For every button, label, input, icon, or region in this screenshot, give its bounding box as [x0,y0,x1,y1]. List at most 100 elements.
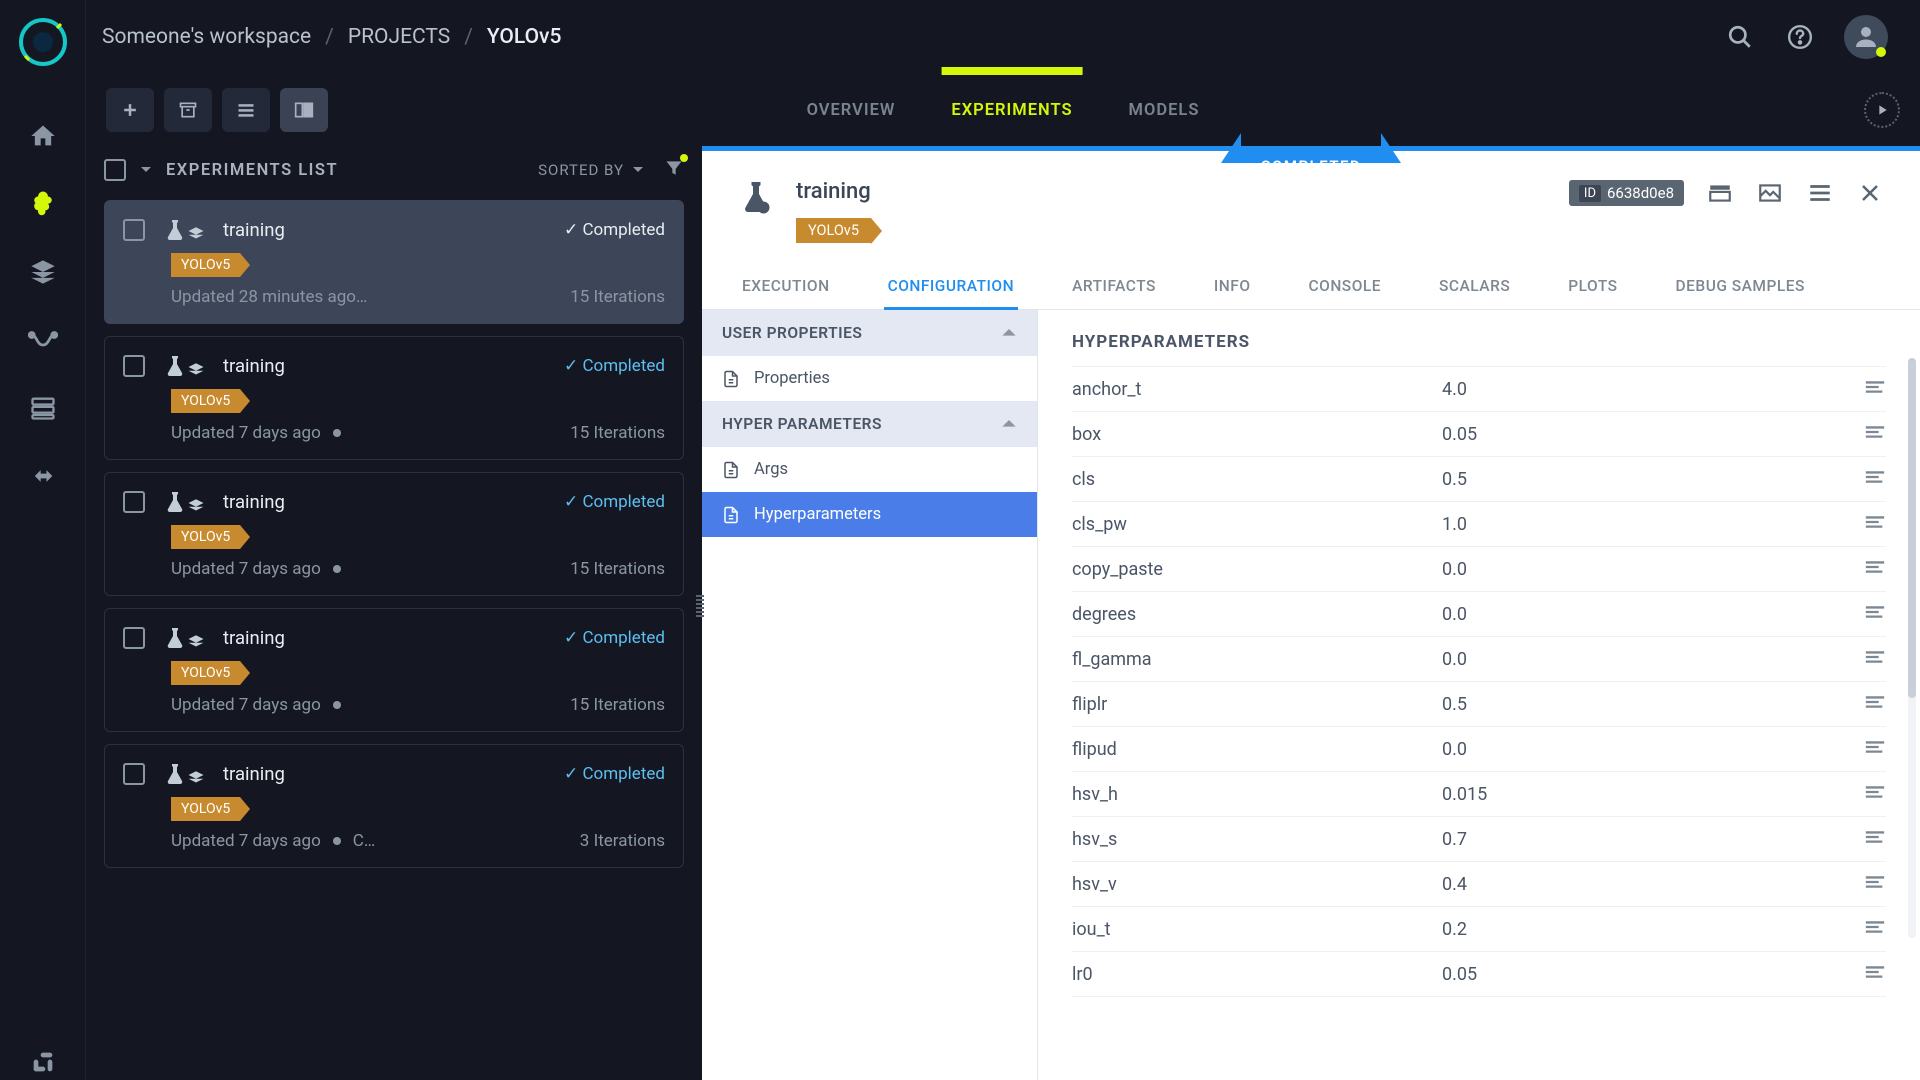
experiment-name: training [223,763,285,785]
subtab-console[interactable]: CONSOLE [1305,263,1386,309]
pipeline-icon[interactable] [25,322,61,358]
bars-icon[interactable] [1864,918,1886,940]
param-row[interactable]: fl_gamma 0.0 [1072,637,1886,682]
tab-models[interactable]: MODELS [1129,81,1200,140]
param-row[interactable]: lr0 0.05 [1072,952,1886,997]
flask-icon [163,761,205,787]
param-row[interactable]: box 0.05 [1072,412,1886,457]
experiment-tag[interactable]: YOLOv5 [796,218,871,243]
experiment-card[interactable]: training ✓ Completed YOLOv5 Updated 7 da… [104,336,684,460]
experiment-checkbox[interactable] [123,491,145,513]
experiment-checkbox[interactable] [123,763,145,785]
subtab-artifacts[interactable]: ARTIFACTS [1068,263,1160,309]
card-view-icon[interactable] [1706,179,1734,207]
subtab-configuration[interactable]: CONFIGURATION [884,263,1019,309]
bars-icon[interactable] [1864,738,1886,760]
server-icon[interactable] [25,390,61,426]
add-button[interactable] [106,88,154,132]
param-row[interactable]: cls 0.5 [1072,457,1886,502]
experiment-card[interactable]: training ✓ Completed YOLOv5 Updated 7 da… [104,608,684,732]
experiment-checkbox[interactable] [123,219,145,241]
deploy-icon[interactable] [25,458,61,494]
item-properties[interactable]: Properties [702,356,1037,401]
subtab-scalars[interactable]: SCALARS [1435,263,1514,309]
experiment-checkbox[interactable] [123,355,145,377]
subtab-debug[interactable]: DEBUG SAMPLES [1672,263,1809,309]
image-icon[interactable] [1756,179,1784,207]
select-all-checkbox[interactable] [104,159,126,181]
experiment-tag[interactable]: YOLOv5 [171,525,240,549]
param-value: 0.0 [1442,604,1864,625]
close-icon[interactable] [1856,179,1884,207]
id-chip[interactable]: ID6638d0e8 [1569,180,1684,206]
experiment-checkbox[interactable] [123,627,145,649]
iterations: 15 Iterations [570,287,665,307]
experiment-tag[interactable]: YOLOv5 [171,253,240,277]
params-panel: HYPERPARAMETERS anchor_t 4.0 box 0.05 cl… [1038,310,1920,1080]
subtab-execution[interactable]: EXECUTION [738,263,834,309]
param-name: lr0 [1072,964,1442,985]
tab-experiments[interactable]: EXPERIMENTS [951,81,1072,140]
breadcrumb-projects[interactable]: PROJECTS [348,25,450,49]
search-icon[interactable] [1724,21,1756,53]
param-name: copy_paste [1072,559,1442,580]
param-row[interactable]: flipud 0.0 [1072,727,1886,772]
experiments-list-title: EXPERIMENTS LIST [166,161,338,180]
menu-icon[interactable] [1806,179,1834,207]
sort-button[interactable]: SORTED BY [538,161,644,179]
item-hyperparameters[interactable]: Hyperparameters [702,492,1037,537]
experiment-tag[interactable]: YOLOv5 [171,389,240,413]
updated-time: Updated 7 days ago [171,559,321,579]
resize-handle[interactable] [696,595,704,631]
section-hyper-params[interactable]: HYPER PARAMETERS [702,401,1037,447]
bars-icon[interactable] [1864,468,1886,490]
layers-icon[interactable] [25,254,61,290]
param-row[interactable]: copy_paste 0.0 [1072,547,1886,592]
home-icon[interactable] [25,118,61,154]
bars-icon[interactable] [1864,693,1886,715]
subtab-info[interactable]: INFO [1210,263,1255,309]
bars-icon[interactable] [1864,378,1886,400]
bars-icon[interactable] [1864,873,1886,895]
split-view-button[interactable] [280,88,328,132]
param-row[interactable]: hsv_s 0.7 [1072,817,1886,862]
param-row[interactable]: fliplr 0.5 [1072,682,1886,727]
subtab-plots[interactable]: PLOTS [1564,263,1621,309]
chevron-down-icon[interactable] [140,164,152,176]
archive-button[interactable] [164,88,212,132]
param-row[interactable]: hsv_v 0.4 [1072,862,1886,907]
experiment-tag[interactable]: YOLOv5 [171,797,240,821]
brain-icon[interactable] [25,186,61,222]
filter-button[interactable] [664,158,684,182]
param-row[interactable]: hsv_h 0.015 [1072,772,1886,817]
param-row[interactable]: iou_t 0.2 [1072,907,1886,952]
bars-icon[interactable] [1864,423,1886,445]
updated-time: Updated 7 days ago [171,423,321,443]
slack-icon[interactable] [25,1044,61,1080]
bars-icon[interactable] [1864,963,1886,985]
param-row[interactable]: anchor_t 4.0 [1072,366,1886,412]
section-user-properties[interactable]: USER PROPERTIES [702,310,1037,356]
bars-icon[interactable] [1864,783,1886,805]
bars-icon[interactable] [1864,603,1886,625]
experiment-card[interactable]: training ✓ Completed YOLOv5 Updated 28 m… [104,200,684,324]
param-row[interactable]: degrees 0.0 [1072,592,1886,637]
list-view-button[interactable] [222,88,270,132]
help-icon[interactable] [1784,21,1816,53]
bars-icon[interactable] [1864,558,1886,580]
experiment-name: training [223,219,285,241]
tab-overview[interactable]: OVERVIEW [807,81,896,140]
scrollbar[interactable] [1908,358,1916,938]
param-row[interactable]: cls_pw 1.0 [1072,502,1886,547]
experiment-card[interactable]: training ✓ Completed YOLOv5 Updated 7 da… [104,744,684,868]
bars-icon[interactable] [1864,828,1886,850]
experiment-tag[interactable]: YOLOv5 [171,661,240,685]
experiment-card[interactable]: training ✓ Completed YOLOv5 Updated 7 da… [104,472,684,596]
breadcrumb: Someone's workspace / PROJECTS / YOLOv5 [102,25,561,49]
bars-icon[interactable] [1864,513,1886,535]
item-args[interactable]: Args [702,447,1037,492]
refresh-icon[interactable] [1864,92,1900,128]
breadcrumb-workspace[interactable]: Someone's workspace [102,25,311,49]
user-avatar[interactable] [1844,15,1888,59]
bars-icon[interactable] [1864,648,1886,670]
